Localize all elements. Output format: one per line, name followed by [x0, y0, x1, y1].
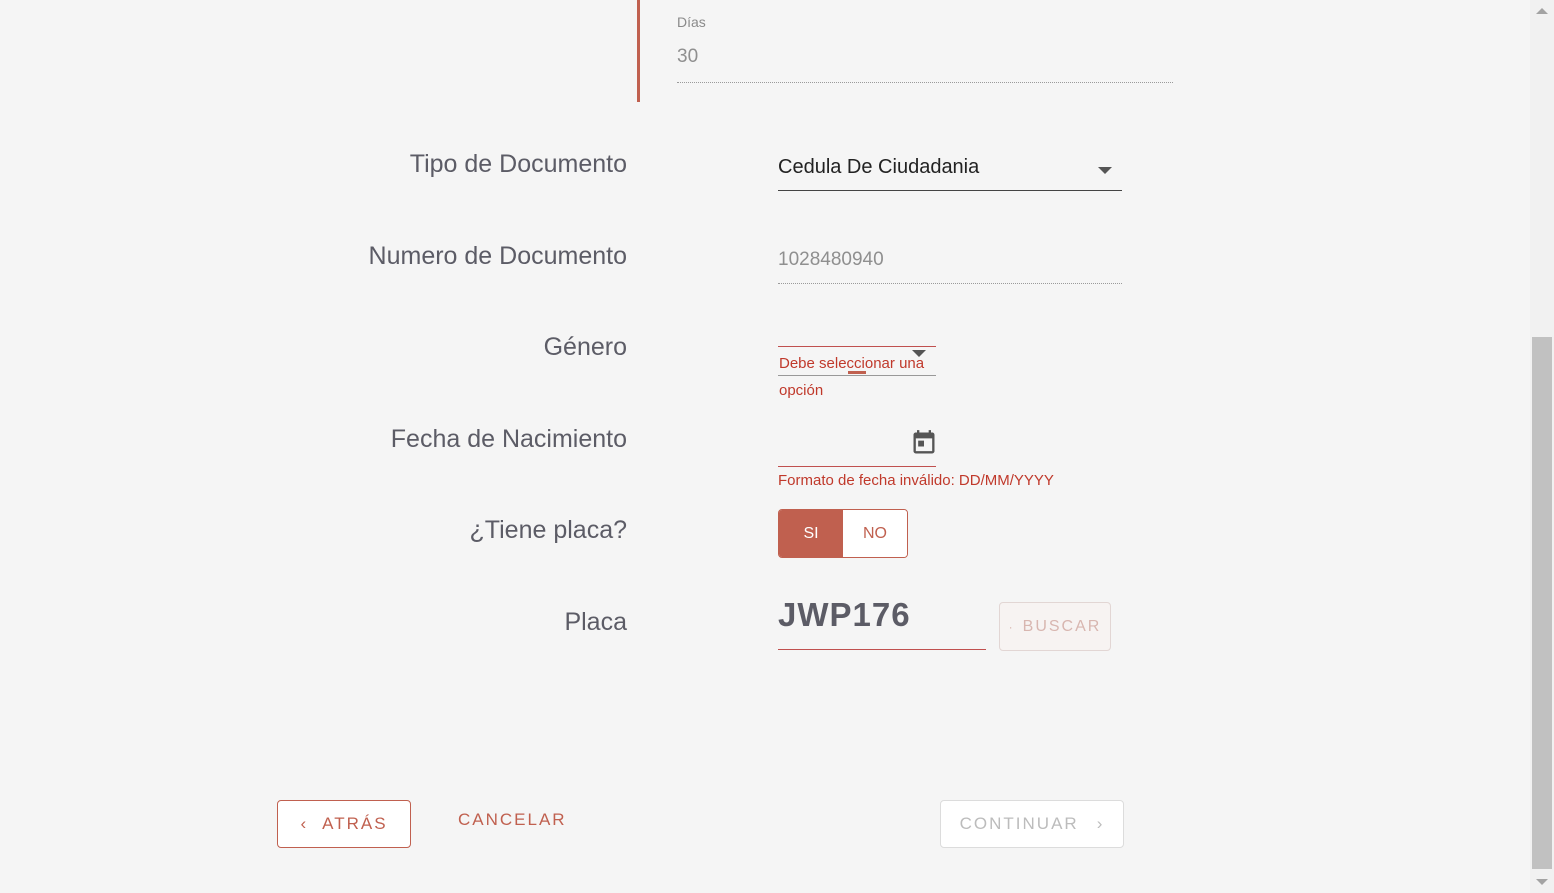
- vertical-scrollbar[interactable]: [1530, 0, 1554, 893]
- fecha-nacimiento-label: Fecha de Nacimiento: [390, 425, 627, 453]
- buscar-button[interactable]: · BUSCAR: [999, 602, 1111, 651]
- back-button[interactable]: ‹ ATRÁS: [277, 800, 411, 848]
- genero-error-message: Debe seleccionar una opción: [779, 355, 925, 399]
- summary-accent-bar: [637, 0, 640, 102]
- numero-documento-value: 1028480940: [778, 249, 884, 270]
- tipo-documento-value: Cedula De Ciudadania: [778, 156, 980, 178]
- buscar-label: BUSCAR: [1022, 617, 1102, 635]
- numero-documento-label: Numero de Documento: [368, 242, 627, 270]
- dias-value: 30: [677, 46, 699, 67]
- tiene-placa-toggle: SI NO: [778, 509, 908, 558]
- calendar-icon[interactable]: [910, 428, 938, 458]
- loading-dot-icon: ·: [1008, 619, 1015, 634]
- tiene-placa-no-button[interactable]: NO: [843, 510, 907, 557]
- tipo-documento-label: Tipo de Documento: [409, 150, 627, 178]
- cancel-button[interactable]: CANCELAR: [458, 810, 567, 830]
- scroll-up-icon[interactable]: [1536, 8, 1548, 14]
- genero-label: Género: [543, 333, 627, 361]
- placa-label: Placa: [564, 608, 627, 636]
- scrollbar-thumb[interactable]: [1532, 337, 1552, 869]
- dias-label: Días: [677, 14, 706, 30]
- tipo-documento-select[interactable]: Cedula De Ciudadania: [778, 152, 1122, 191]
- tiene-placa-si-button[interactable]: SI: [779, 510, 843, 557]
- back-label: ATRÁS: [322, 814, 388, 833]
- page: Días 30 Tipo de Documento Cedula De Ciud…: [0, 0, 1530, 893]
- continue-button[interactable]: CONTINUAR ›: [940, 800, 1124, 848]
- tiene-placa-label: ¿Tiene placa?: [469, 516, 628, 544]
- placa-value: JWP176: [778, 596, 911, 633]
- placa-field[interactable]: JWP176: [778, 594, 986, 650]
- continue-label: CONTINUAR: [959, 814, 1079, 833]
- chevron-left-icon: ‹: [300, 814, 309, 833]
- chevron-down-icon: [1098, 167, 1112, 174]
- scroll-down-icon[interactable]: [1536, 879, 1548, 885]
- fecha-nacimiento-field[interactable]: [778, 424, 936, 467]
- fecha-error-message: Formato de fecha inválido: DD/MM/YYYY: [778, 472, 1054, 489]
- dias-underline: [677, 82, 1173, 83]
- numero-documento-field[interactable]: 1028480940: [778, 245, 1122, 284]
- chevron-right-icon: ›: [1096, 814, 1105, 833]
